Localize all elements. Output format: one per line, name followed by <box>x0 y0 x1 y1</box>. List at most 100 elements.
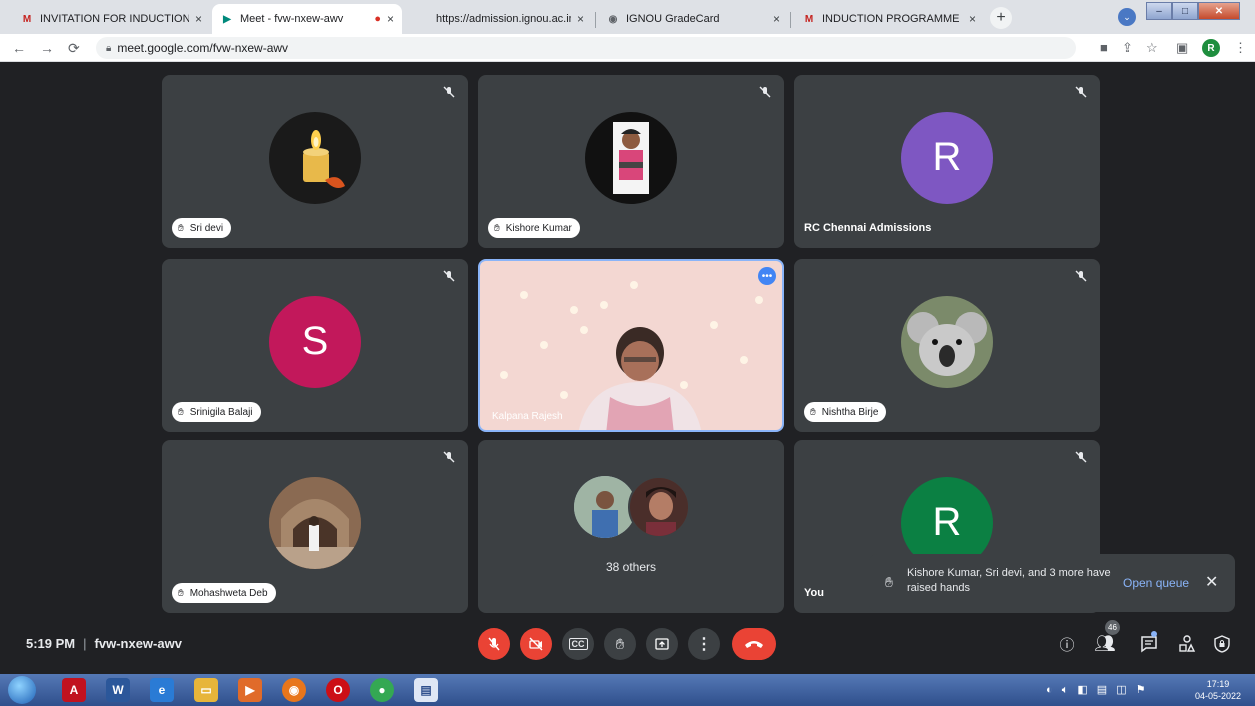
others-avatar <box>628 476 690 538</box>
name-chip: ✋︎ Mohashweta Deb <box>172 583 276 603</box>
participant-name: Mohashweta Deb <box>189 587 268 599</box>
initial-avatar: S <box>269 295 361 388</box>
tab-invitation[interactable]: M INVITATION FOR INDUCTION ME × <box>12 4 210 34</box>
page-icon <box>416 12 430 26</box>
profile-avatar[interactable]: R <box>1202 39 1220 57</box>
close-window-icon[interactable]: ✕ <box>1198 2 1240 20</box>
reload-icon[interactable]: ⟳ <box>68 40 80 57</box>
participant-name: Nishtha Birje <box>821 406 879 418</box>
present-button[interactable] <box>646 628 678 660</box>
mic-toggle-button[interactable] <box>478 628 510 660</box>
hand-icon: ✋︎ <box>615 635 625 653</box>
window-thumbnail-icon[interactable]: ▤ <box>414 678 438 702</box>
raise-hand-button[interactable]: ✋︎ <box>604 628 636 660</box>
participant-count-badge: 46 <box>1105 620 1120 635</box>
raised-hand-icon: ✋︎ <box>810 406 816 418</box>
tab-induction[interactable]: M INDUCTION PROGRAMME IN ON × <box>794 4 984 34</box>
others-tile[interactable]: 38 others <box>478 440 784 613</box>
host-controls-icon[interactable] <box>1210 632 1234 656</box>
open-queue-button[interactable]: Open queue <box>1123 576 1189 590</box>
speaker-figure <box>578 327 702 430</box>
maximize-icon[interactable]: □ <box>1172 2 1198 20</box>
tab-title: INVITATION FOR INDUCTION ME <box>40 13 189 25</box>
participant-name: Kishore Kumar <box>505 222 572 234</box>
profile-photo-avatar <box>269 476 361 569</box>
side-panel-icon[interactable]: ▣ <box>1176 40 1188 56</box>
participant-name: Srinigila Balaji <box>189 406 253 418</box>
chat-icon[interactable] <box>1137 632 1161 656</box>
acrobat-icon[interactable]: A <box>62 678 86 702</box>
call-end-icon <box>745 641 763 648</box>
tab-close-icon[interactable]: × <box>577 12 584 26</box>
koala-avatar <box>901 295 993 388</box>
minimize-icon[interactable]: ‒ <box>1146 2 1172 20</box>
tab-close-icon[interactable]: × <box>773 12 780 26</box>
meeting-details-icon[interactable]: ⓘ <box>1055 632 1079 656</box>
tab-search-chevron-icon[interactable]: ⌄ <box>1118 8 1136 26</box>
internet-explorer-icon[interactable]: e <box>150 678 174 702</box>
people-icon[interactable]: 👥︎ <box>1093 632 1117 656</box>
back-arrow-icon[interactable]: ← <box>12 40 26 56</box>
meeting-grid: ✋︎ Sri devi ✋︎ Kishore Kumar R RC Chennai … <box>0 62 1255 674</box>
start-button[interactable] <box>8 676 36 704</box>
tab-admission[interactable]: https://admission.ignou.ac.in/cha × <box>408 4 592 34</box>
tab-separator <box>790 12 791 28</box>
others-avatar <box>574 476 636 538</box>
new-tab-button[interactable]: + <box>990 7 1012 29</box>
camera-toggle-button[interactable] <box>520 628 552 660</box>
bookmark-star-icon[interactable]: ☆ <box>1146 40 1158 56</box>
opera-icon[interactable]: O <box>326 678 350 702</box>
participant-tile[interactable]: ✋︎ Nishtha Birje <box>794 259 1100 432</box>
url-field[interactable]: 🔒︎ meet.google.com/fvw-nxew-awv <box>96 37 1076 59</box>
browser-menu-icon[interactable]: ⋮ <box>1234 40 1247 56</box>
firefox-icon[interactable]: ◉ <box>282 678 306 702</box>
tab-close-icon[interactable]: × <box>195 12 202 26</box>
meeting-info: 5:19 PM | fvw-nxew-awv <box>26 636 182 651</box>
close-icon[interactable]: ✕ <box>1205 572 1218 592</box>
participant-tile[interactable]: ✋︎ Kishore Kumar <box>478 75 784 248</box>
participant-tile[interactable]: ✋︎ Sri devi <box>162 75 468 248</box>
share-icon[interactable]: ⇪ <box>1122 40 1133 56</box>
tab-close-icon[interactable]: × <box>387 12 394 26</box>
new-message-indicator <box>1151 631 1157 637</box>
participant-tile[interactable]: S ✋︎ Srinigila Balaji <box>162 259 468 432</box>
participant-tile[interactable]: R RC Chennai Admissions <box>794 75 1100 248</box>
present-screen-icon <box>655 638 669 650</box>
activities-icon[interactable] <box>1175 632 1199 656</box>
folder-icon[interactable]: ▭ <box>194 678 218 702</box>
more-vert-icon: ⋮ <box>696 636 712 653</box>
meeting-code: fvw-nxew-awv <box>94 636 182 651</box>
tab-meet[interactable]: ▶ Meet - fvw-nxew-awv ● × <box>212 4 402 34</box>
address-toolbar: ← → ⟳ 🔒︎ meet.google.com/fvw-nxew-awv ■ … <box>0 34 1255 62</box>
tab-close-icon[interactable]: × <box>969 12 976 26</box>
raised-hand-icon: ✋︎ <box>885 574 893 590</box>
leave-call-button[interactable] <box>732 628 776 660</box>
mic-off-icon <box>443 270 455 282</box>
clock-date: 04-05-2022 <box>1194 691 1242 701</box>
chrome-icon[interactable]: ● <box>370 678 394 702</box>
name-chip: ✋︎ Kishore Kumar <box>488 218 580 238</box>
toast-message: Kishore Kumar, Sri devi, and 3 more have… <box>907 567 1111 594</box>
initial-avatar: R <box>901 111 993 204</box>
more-options-button[interactable]: ⋮ <box>688 628 720 660</box>
participant-name: Sri devi <box>189 222 224 234</box>
participant-tile[interactable]: ✋︎ Mohashweta Deb <box>162 440 468 613</box>
more-options-icon[interactable]: ••• <box>758 267 776 285</box>
media-player-icon[interactable]: ▶ <box>238 678 262 702</box>
active-speaker-video[interactable]: ••• Kalpana Rajesh <box>478 259 784 432</box>
forward-arrow-icon[interactable]: → <box>40 40 54 56</box>
captions-button[interactable]: CC <box>562 628 594 660</box>
raised-hand-icon: ✋︎ <box>178 587 184 599</box>
participant-name: RC Chennai Admissions <box>804 222 932 234</box>
captions-icon: CC <box>568 638 588 650</box>
recording-icon: ● <box>374 13 381 25</box>
word-icon[interactable]: W <box>106 678 130 702</box>
url-text: meet.google.com/fvw-nxew-awv <box>117 41 289 55</box>
tab-gradecard[interactable]: ◉ IGNOU GradeCard × <box>598 4 788 34</box>
camera-off-icon <box>529 637 543 651</box>
gmail-icon: M <box>22 13 32 25</box>
gmail-icon: M <box>804 13 814 25</box>
raised-hand-icon: ✋︎ <box>178 406 184 418</box>
system-clock[interactable]: 17:19 04-05-2022 <box>1188 678 1248 702</box>
camera-indicator-icon[interactable]: ■ <box>1100 40 1108 55</box>
